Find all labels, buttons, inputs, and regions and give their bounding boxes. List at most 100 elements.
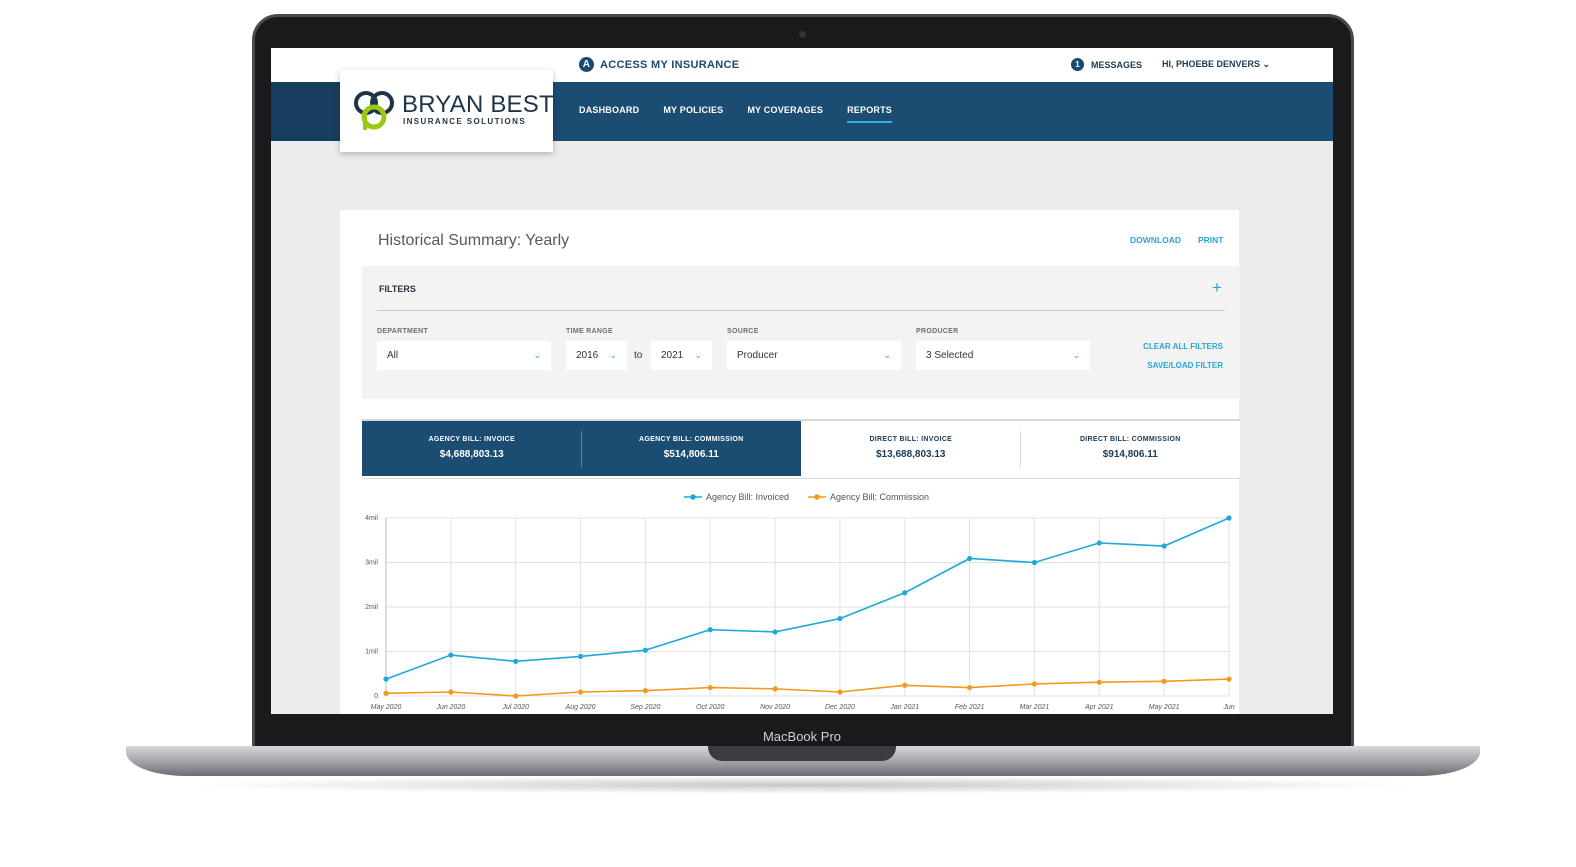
department-select[interactable]: All ⌄: [377, 341, 551, 370]
chevron-down-icon: ⌄: [609, 350, 617, 360]
company-logo[interactable]: BRYAN BEST INSURANCE SOLUTIONS: [340, 70, 554, 152]
save-load-filter-link[interactable]: SAVE/LOAD FILTER: [1143, 361, 1223, 370]
camera-icon: [799, 31, 806, 38]
data-point: [1031, 681, 1038, 687]
data-point: [967, 555, 973, 562]
chevron-down-icon: ⌄: [1262, 59, 1271, 69]
nav-item-my-policies[interactable]: MY POLICIES: [663, 105, 723, 115]
data-point: [1226, 676, 1232, 682]
legend-swatch-dot: [690, 494, 696, 500]
data-point: [902, 682, 908, 688]
tab-value: $13,688,803.13: [875, 449, 946, 460]
data-point: [513, 693, 519, 699]
legend-label: Agency Bill: Commission: [830, 492, 929, 502]
data-point: [1161, 543, 1167, 549]
summary-tabs: AGENCY BILL: INVOICE $4,688,803.13 AGENC…: [362, 421, 1240, 476]
print-link[interactable]: PRINT: [1198, 235, 1224, 245]
logo-subtitle: INSURANCE SOLUTIONS: [403, 117, 527, 126]
x-tick-label: Jun 2020: [435, 704, 465, 711]
tab-direct-bill-invoice[interactable]: DIRECT BILL: INVOICE $13,688,803.13: [801, 421, 1021, 476]
report-actions: DOWNLOAD PRINT: [1130, 235, 1224, 245]
x-tick-label: Nov 2020: [760, 704, 790, 711]
x-tick-label: Mar 2021: [1020, 704, 1050, 711]
data-point: [1096, 540, 1102, 546]
filters-title: FILTERS: [379, 284, 416, 294]
filter-links: CLEAR ALL FILTERS SAVE/LOAD FILTER: [1143, 342, 1223, 380]
producer-value: 3 Selected: [926, 350, 974, 361]
data-point: [772, 629, 778, 635]
chevron-down-icon: ⌄: [533, 350, 541, 360]
time-to-select[interactable]: 2021 ⌄: [651, 341, 712, 370]
brand-link[interactable]: A ACCESS MY INSURANCE: [579, 57, 739, 72]
user-greeting: HI, PHOEBE DENVERS: [1162, 59, 1261, 69]
filters-panel: FILTERS + DEPARTMENT All ⌄ TIME RANGE 20…: [362, 266, 1240, 399]
chevron-down-icon: ⌄: [1072, 350, 1080, 360]
data-point: [513, 658, 519, 664]
tab-label: DIRECT BILL: INVOICE: [869, 436, 953, 443]
chevron-down-icon: ⌄: [883, 350, 891, 360]
x-tick-label: Sep 2020: [630, 704, 660, 711]
y-tick-label: 1mil: [365, 649, 378, 656]
line-chart-svg: 0 1mil 2mil 3mil 4mil May 2020 Jun 2020 Jul 202…: [365, 492, 1235, 711]
time-to-value: 2021: [661, 350, 684, 361]
download-link[interactable]: DOWNLOAD: [1130, 235, 1181, 245]
x-tick-label: Jul 2020: [501, 704, 529, 711]
tab-agency-bill-commission[interactable]: AGENCY BILL: COMMISSION $514,806.11: [581, 421, 801, 476]
x-tick-label: May 2020: [371, 704, 402, 711]
x-tick-label: Aug 2020: [565, 704, 596, 711]
data-point: [1096, 679, 1102, 685]
brand-name: ACCESS MY INSURANCE: [600, 58, 740, 71]
company-logo-icon: [354, 91, 394, 130]
messages-label: MESSAGES: [1091, 59, 1143, 70]
page-title: Historical Summary: Yearly: [378, 232, 570, 249]
plus-icon[interactable]: +: [1212, 278, 1222, 298]
legend-swatch-dot: [814, 494, 820, 500]
x-tick-label: Apr 2021: [1084, 704, 1114, 711]
data-point: [837, 615, 843, 622]
data-point: [448, 652, 454, 658]
nav-item-reports[interactable]: REPORTS: [847, 105, 892, 123]
tab-agency-bill-invoice[interactable]: AGENCY BILL: INVOICE $4,688,803.13: [362, 421, 582, 476]
line-chart: 0 1mil 2mil 3mil 4mil May 2020 Jun 2020 Jul 202…: [340, 480, 1239, 714]
x-tick-label: Jun: [1222, 704, 1234, 711]
nav-items: DASHBOARD MY POLICIES MY COVERAGES REPOR…: [579, 105, 892, 123]
data-point: [383, 690, 389, 696]
messages-link[interactable]: 1 MESSAGES: [1071, 58, 1142, 71]
data-point: [642, 688, 648, 694]
series-line: [385, 678, 1230, 697]
report-card: Historical Summary: Yearly DOWNLOAD PRIN…: [340, 210, 1240, 714]
tab-direct-bill-commission[interactable]: DIRECT BILL: COMMISSION $914,806.11: [1020, 421, 1240, 476]
tab-value: $514,806.11: [663, 449, 719, 460]
messages-count-badge: 1: [1071, 58, 1084, 71]
data-point: [902, 590, 908, 596]
data-point: [1031, 559, 1038, 566]
time-from-select[interactable]: 2016 ⌄: [566, 341, 627, 370]
tab-label: AGENCY BILL: INVOICE: [428, 436, 515, 443]
clear-all-filters-link[interactable]: CLEAR ALL FILTERS: [1143, 342, 1223, 351]
user-menu[interactable]: HI, PHOEBE DENVERS ⌄: [1162, 59, 1270, 70]
filters-divider: [377, 310, 1225, 311]
nav-item-dashboard[interactable]: DASHBOARD: [579, 105, 639, 115]
data-point: [707, 627, 713, 633]
data-point: [383, 676, 389, 682]
laptop-shadow: [180, 776, 1426, 794]
x-tick-label: May 2021: [1149, 704, 1180, 711]
data-point: [772, 686, 778, 692]
device-label: MacBook Pro: [762, 729, 842, 744]
time-range-label: TIME RANGE: [566, 328, 613, 335]
data-point: [577, 689, 584, 695]
laptop-mockup: MacBook Pro A ACCESS MY INSURANCE 1 MESS…: [0, 0, 1576, 867]
source-select[interactable]: Producer ⌄: [727, 341, 901, 370]
data-point: [837, 689, 843, 695]
nav-item-my-coverages[interactable]: MY COVERAGES: [747, 105, 823, 115]
x-tick-label: Jan 2021: [889, 704, 919, 711]
producer-label: PRODUCER: [916, 328, 959, 335]
legend-label: Agency Bill: Invoiced: [706, 492, 789, 502]
x-tick-label: Dec 2020: [825, 704, 855, 711]
y-tick-label: 3mil: [365, 560, 378, 567]
department-label: DEPARTMENT: [377, 328, 429, 335]
producer-select[interactable]: 3 Selected ⌄: [916, 341, 1090, 370]
tab-label: AGENCY BILL: COMMISSION: [639, 436, 744, 443]
data-point: [448, 689, 454, 695]
data-point: [967, 684, 973, 691]
